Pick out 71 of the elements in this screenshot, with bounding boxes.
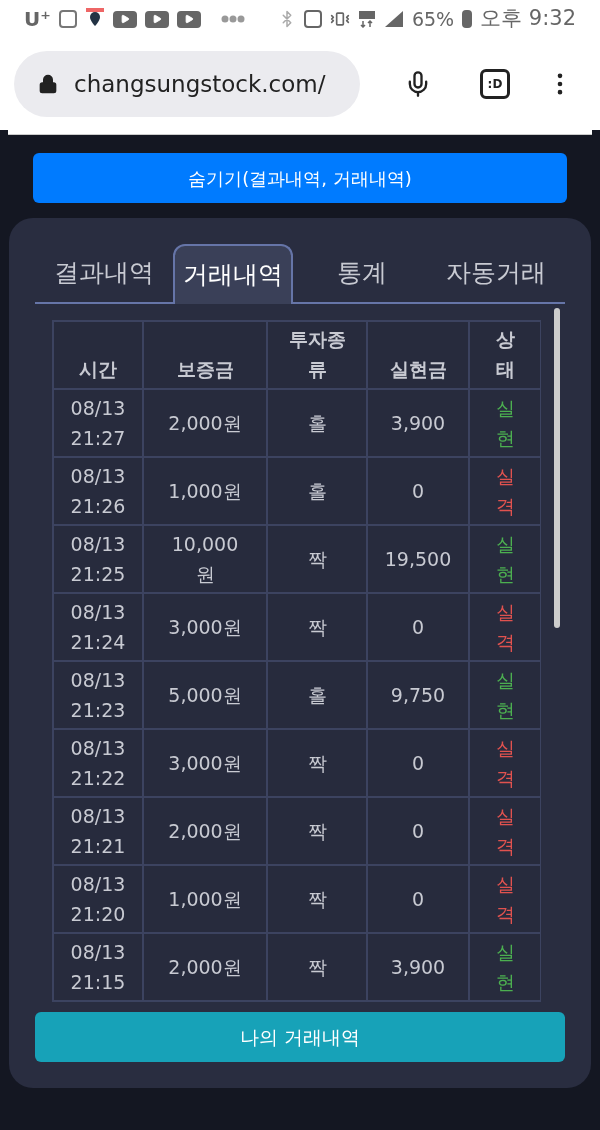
status-text: 실격 [495,600,515,655]
table-cell: 2,000원 [143,797,267,865]
lock-icon [38,74,58,94]
battery-percent: 65% [411,6,455,32]
tab[interactable]: 거래내역 [173,244,293,304]
status-text: 실현 [495,940,515,995]
status-text: 실격 [495,872,515,927]
status-text: 실격 [495,804,515,859]
table-cell: 9,750 [367,661,469,729]
table-cell: 짝 [267,797,367,865]
column-header: 투자종류 [267,321,367,389]
table-cell: 0 [367,865,469,933]
table-cell: 0 [367,593,469,661]
table-cell: 08/13 21:15 [53,933,143,1001]
table-cell: 08/13 21:27 [53,389,143,457]
table-cell: 홀 [267,661,367,729]
table-cell: 3,900 [367,933,469,1001]
clock: 오후 9:32 [480,5,576,33]
status-text: 실현 [495,668,515,723]
tab[interactable]: 자동거래 [431,244,561,302]
column-header: 보증금 [143,321,267,389]
carrier-label: U⁺ [24,6,51,33]
address-bar[interactable]: changsungstock.com/ [14,51,360,117]
table-cell: 08/13 21:21 [53,797,143,865]
table-cell: 3,000원 [143,729,267,797]
tab[interactable]: 결과내역 [39,244,169,302]
url-text: changsungstock.com/ [74,69,326,99]
more-notifications-icon [220,15,245,23]
tab[interactable]: 통계 [297,244,427,302]
table-cell: 08/13 21:24 [53,593,143,661]
table-cell: 짝 [267,593,367,661]
table-cell: 짝 [267,865,367,933]
video-app-icon [112,10,137,28]
column-header: 실현금 [367,321,469,389]
table-cell: 08/13 21:20 [53,865,143,933]
status-text: 실격 [495,736,515,791]
app-icon [58,10,77,28]
table-cell: 08/13 21:25 [53,525,143,593]
table-cell: 2,000원 [143,389,267,457]
table-cell: 0 [367,797,469,865]
lte-icon [357,10,376,28]
table-cell: 홀 [267,389,367,457]
table-cell: 08/13 21:26 [53,457,143,525]
table-cell: 0 [367,457,469,525]
table-cell: 5,000원 [143,661,267,729]
video-app-icon [176,10,201,28]
status-text: 실현 [495,532,515,587]
table-cell: 짝 [267,525,367,593]
table-cell: 홀 [267,457,367,525]
table-cell: 08/13 21:23 [53,661,143,729]
column-header: 시간 [53,321,143,389]
status-text: 실현 [495,396,515,451]
hide-button[interactable]: 숨기기(결과내역, 거래내역) [33,153,567,203]
status-text: 실격 [495,464,515,519]
table-cell: 19,500 [367,525,469,593]
table-cell: 짝 [267,933,367,1001]
table-cell: 1,000원 [143,457,267,525]
table-cell: 3,000원 [143,593,267,661]
column-header: 상태 [469,321,541,389]
table-cell: 1,000원 [143,865,267,933]
table-cell: 08/13 21:22 [53,729,143,797]
video-app-icon [144,10,169,28]
signal-icon [383,10,404,28]
table-cell: 3,900 [367,389,469,457]
table-cell: 2,000원 [143,933,267,1001]
table-cell: 10,000원 [143,525,267,593]
table-cell: 0 [367,729,469,797]
table-cell: 짝 [267,729,367,797]
battery-icon [462,10,473,28]
tab-switcher-button[interactable]: :D [480,69,510,99]
vibrate-icon [329,9,350,29]
